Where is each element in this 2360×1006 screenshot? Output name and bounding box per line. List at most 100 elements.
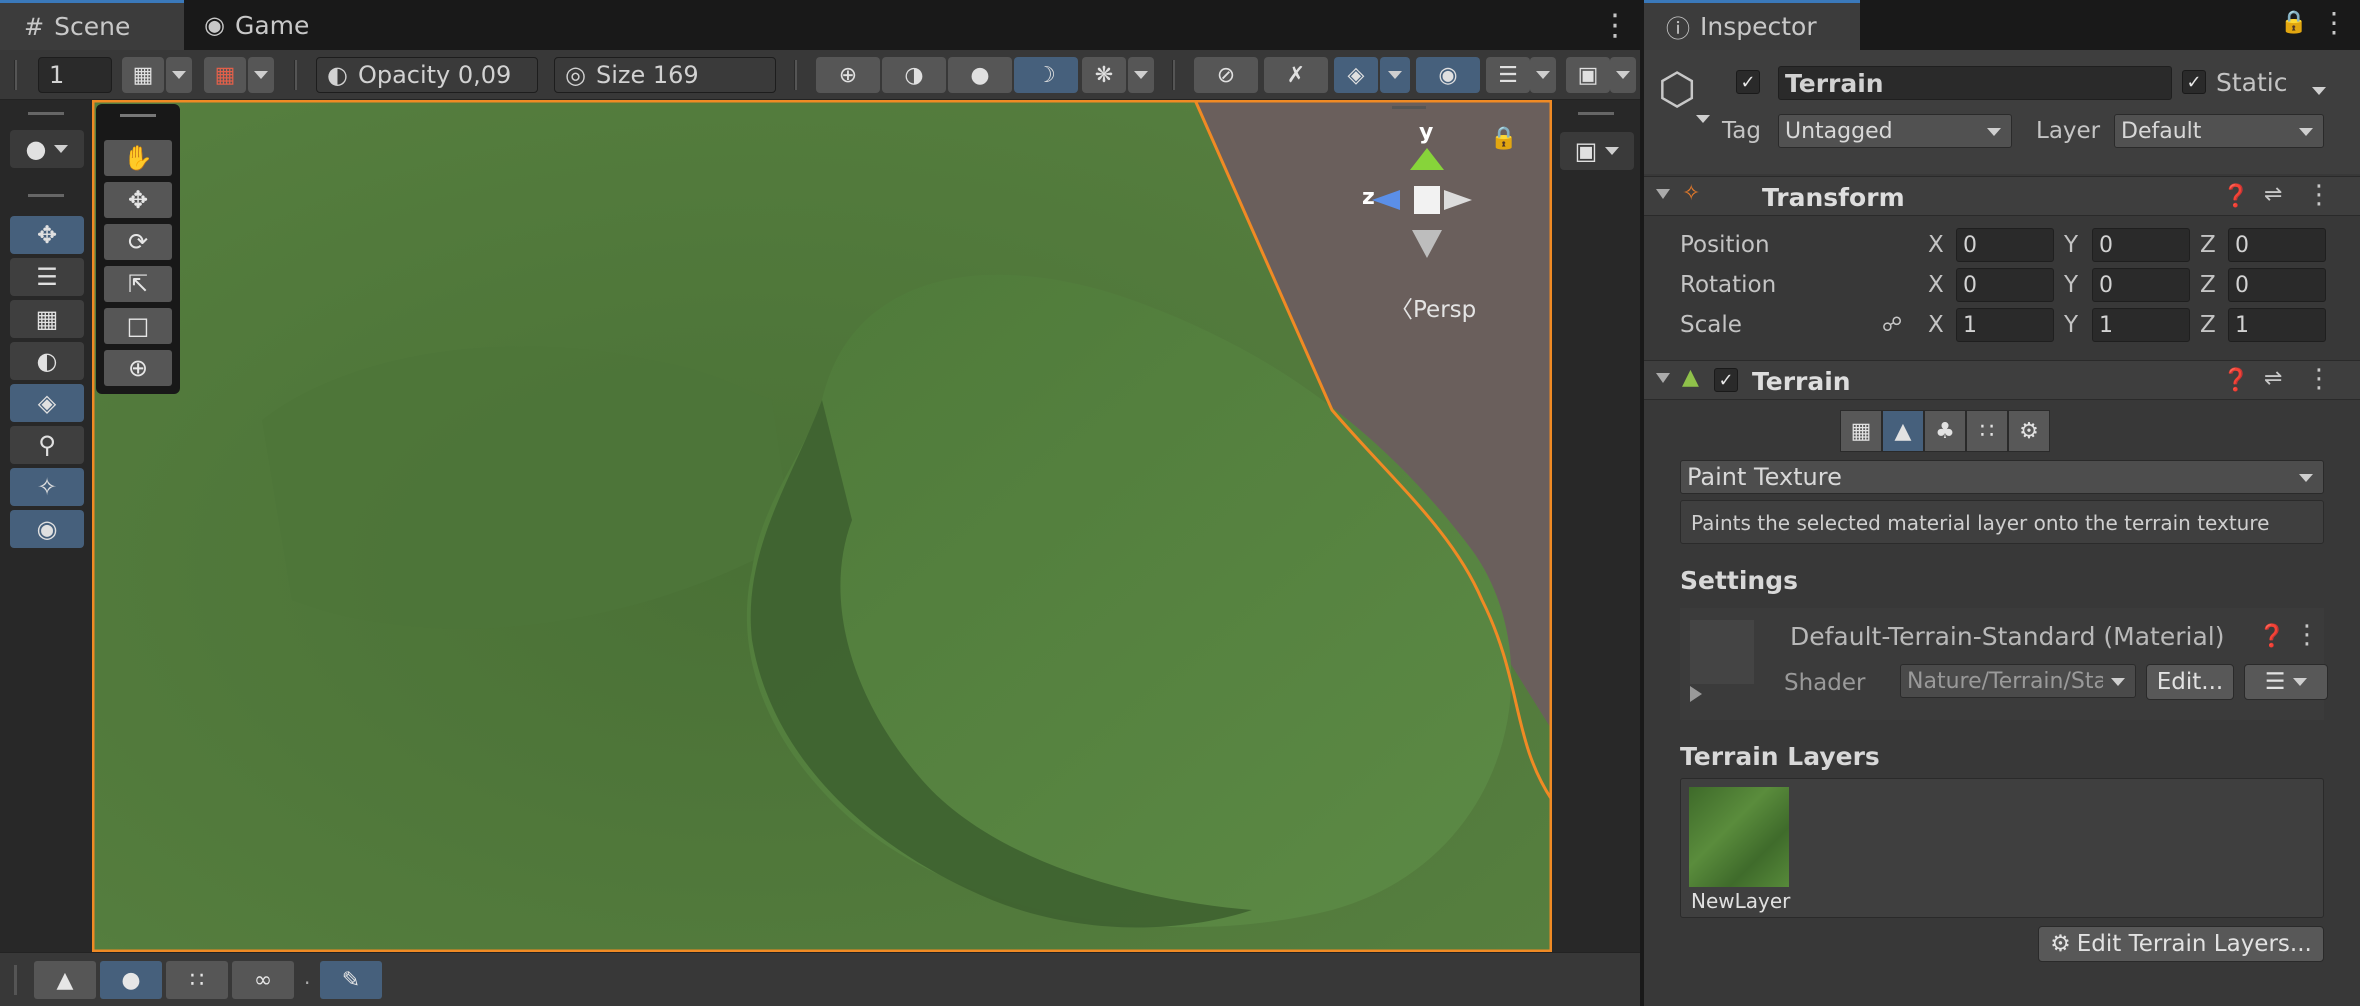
shading-shaded-wireframe-icon[interactable]: ◑	[882, 57, 946, 93]
position-x-label[interactable]: X	[1928, 232, 1944, 258]
help-icon[interactable]: ❓	[2258, 624, 2285, 649]
terrain-trees-icon[interactable]: ♣	[1924, 410, 1966, 452]
debug-bug-icon[interactable]: ❋	[1082, 57, 1126, 93]
brush-preview-icon[interactable]: ●	[10, 130, 84, 168]
toolbar-grip[interactable]	[14, 965, 17, 995]
align-tool-icon[interactable]: ☰	[10, 258, 84, 296]
rotation-y-input[interactable]: 0	[2092, 268, 2190, 302]
more-options-icon[interactable]: ⋮	[1600, 8, 1630, 43]
terrain-details-icon[interactable]: ∷	[166, 961, 228, 999]
gizmo-neg-x-cone[interactable]	[1444, 190, 1472, 210]
rotation-x-input[interactable]: 0	[1956, 268, 2054, 302]
terrain-create-neighbor-icon[interactable]: ▦	[1840, 410, 1882, 452]
persp-label[interactable]: 〈Persp	[1390, 290, 1476, 324]
material-preview[interactable]	[1690, 620, 1754, 684]
terrain-component-header[interactable]: ▲ ✓ Terrain ❓ ⇌ ⋮	[1644, 360, 2360, 400]
scale-z-input[interactable]: 1	[2228, 308, 2326, 342]
hand-tool-icon[interactable]: ✋	[104, 140, 172, 176]
position-z-label[interactable]: Z	[2200, 232, 2216, 258]
scale-x-input[interactable]: 1	[1956, 308, 2054, 342]
presets-icon[interactable]: ⇌	[2264, 182, 2282, 207]
terrain-brush-icon[interactable]: ✎	[320, 961, 382, 999]
position-y-input[interactable]: 0	[2092, 228, 2190, 262]
constrain-proportions-icon[interactable]: ☍	[1882, 312, 1902, 336]
tag-dropdown[interactable]: Untagged	[1778, 114, 2012, 148]
gizmo-neg-y-cone[interactable]	[1412, 230, 1442, 258]
shading-tool-icon[interactable]: ◐	[10, 342, 84, 380]
overlay-grip[interactable]	[120, 114, 156, 117]
visibility-eye-icon[interactable]: ◉	[1416, 57, 1480, 93]
scale-z-label[interactable]: Z	[2200, 312, 2216, 338]
help-icon[interactable]: ❓	[2222, 184, 2249, 209]
component-menu-icon[interactable]: ⋮	[2306, 364, 2332, 394]
layers-icon[interactable]: ☰	[1486, 57, 1530, 93]
increment-snap-icon[interactable]: ▦	[204, 57, 246, 93]
2d-toggle-icon[interactable]: ⊘	[1194, 57, 1258, 93]
collapse-arrow-icon[interactable]	[1656, 373, 1670, 383]
tab-scene[interactable]: # Scene	[0, 0, 184, 50]
terrain-mode-dropdown[interactable]: Paint Texture	[1680, 460, 2324, 494]
terrain-sculpt-icon[interactable]: ▲	[34, 961, 96, 999]
scale-y-input[interactable]: 1	[2092, 308, 2190, 342]
help-icon[interactable]: ❓	[2222, 368, 2249, 393]
camera-overlay-icon[interactable]: ▣	[1560, 132, 1634, 170]
strip-grip[interactable]	[1578, 112, 1614, 115]
tab-game[interactable]: ◉ Game	[204, 0, 344, 50]
strip-grip[interactable]	[28, 112, 64, 115]
gizmo-y-cone[interactable]	[1410, 148, 1444, 170]
terrain-neighbors-icon[interactable]: ∞	[232, 961, 294, 999]
increment-snap-dropdown[interactable]	[248, 57, 274, 93]
gizmo-center-cube[interactable]	[1414, 186, 1440, 214]
scene-viewport[interactable]: 🔒 y z 〈Persp	[92, 100, 1552, 952]
transform-tool-icon[interactable]: ⊕	[104, 350, 172, 386]
collapse-arrow-icon[interactable]	[1656, 189, 1670, 199]
camera-dropdown[interactable]	[1610, 57, 1636, 93]
overlays-icon[interactable]: ◈	[1334, 57, 1378, 93]
shading-wireframe-icon[interactable]: ⊕	[816, 57, 880, 93]
object-name-input[interactable]: Terrain	[1778, 66, 2172, 100]
material-expand-arrow-icon[interactable]	[1690, 686, 1702, 702]
rect-tool-icon[interactable]: □	[104, 308, 172, 344]
terrain-settings-icon[interactable]: ⚙	[2008, 410, 2050, 452]
grid-snap-dropdown[interactable]	[166, 57, 192, 93]
orientation-tool-icon[interactable]: ✧	[10, 468, 84, 506]
edit-shader-button[interactable]: Edit...	[2146, 664, 2234, 700]
rotation-z-input[interactable]: 0	[2228, 268, 2326, 302]
move-tool-icon[interactable]: ✥	[10, 216, 84, 254]
more-options-icon[interactable]: ⋮	[2320, 6, 2348, 39]
grid-tool-icon[interactable]: ▦	[10, 300, 84, 338]
rotation-x-label[interactable]: X	[1928, 272, 1944, 298]
active-checkbox[interactable]: ✓	[1736, 70, 1760, 94]
grid-snap-icon[interactable]: ▦	[122, 57, 164, 93]
shading-shaded-icon[interactable]: ●	[948, 57, 1012, 93]
terrain-layer-thumbnail[interactable]	[1689, 787, 1789, 887]
scale-tool-icon[interactable]: ⇱	[104, 266, 172, 302]
position-z-input[interactable]: 0	[2228, 228, 2326, 262]
toolbar-grip[interactable]	[14, 60, 17, 90]
opacity-field[interactable]: ◐ Opacity 0,09	[316, 57, 538, 93]
scale-y-label[interactable]: Y	[2064, 312, 2078, 338]
static-dropdown[interactable]	[2312, 80, 2326, 99]
edit-terrain-layers-button[interactable]: ⚙ Edit Terrain Layers...	[2038, 926, 2324, 962]
gameobject-cube-icon[interactable]: ⬡	[1658, 64, 1696, 115]
transform-header[interactable]: ✧ Transform ❓ ⇌ ⋮	[1644, 176, 2360, 216]
terrain-paint-icon[interactable]: ▲	[1882, 410, 1924, 452]
terrain-details-icon[interactable]: ∷	[1966, 410, 2008, 452]
gizmo-grip[interactable]	[1392, 106, 1426, 109]
lock-icon[interactable]: 🔒	[2280, 10, 2307, 35]
component-menu-icon[interactable]: ⋮	[2306, 180, 2332, 210]
layers-tool-icon[interactable]: ◈	[10, 384, 84, 422]
scale-x-label[interactable]: X	[1928, 312, 1944, 338]
shading-unlit-icon[interactable]: ☽	[1014, 57, 1078, 93]
presets-icon[interactable]: ⇌	[2264, 366, 2282, 391]
static-checkbox[interactable]: ✓	[2182, 70, 2206, 94]
rotation-y-label[interactable]: Y	[2064, 272, 2078, 298]
camera-icon[interactable]: ▣	[1566, 57, 1610, 93]
shader-dropdown[interactable]: Nature/Terrain/Standard	[1900, 664, 2136, 698]
terrain-paint-icon[interactable]: ●	[100, 961, 162, 999]
shader-options-button[interactable]: ☰	[2244, 664, 2328, 700]
debug-dropdown[interactable]	[1128, 57, 1154, 93]
icon-dropdown[interactable]	[1696, 108, 1710, 127]
material-menu-icon[interactable]: ⋮	[2294, 620, 2320, 650]
overlays-dropdown[interactable]	[1380, 57, 1410, 93]
